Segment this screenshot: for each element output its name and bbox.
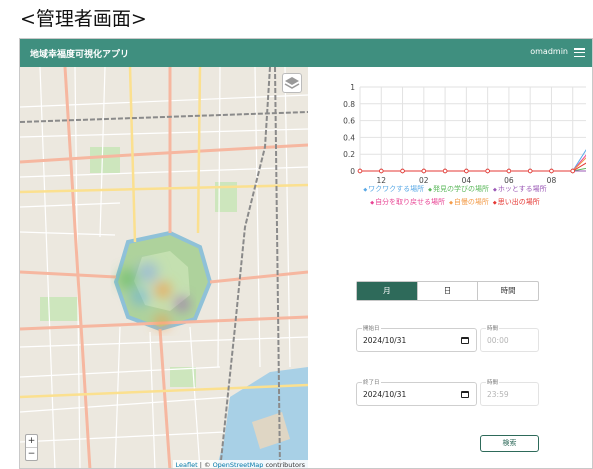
data-point bbox=[506, 168, 512, 174]
app-window: 地域幸福度可視化アプリ omadmin + − Leaflet | © Open… bbox=[19, 38, 593, 469]
data-point bbox=[357, 168, 363, 174]
data-point bbox=[400, 168, 405, 174]
y-tick-label: 0 bbox=[350, 167, 355, 176]
legend-item[interactable]: ◆ホッとする場所 bbox=[493, 185, 547, 193]
y-tick-label: 0.4 bbox=[343, 133, 355, 142]
legend-label: ワクワクする場所 bbox=[368, 185, 425, 193]
data-point bbox=[464, 168, 469, 174]
user-name[interactable]: omadmin bbox=[530, 47, 568, 56]
start-date-value: 2024/10/31 bbox=[363, 336, 407, 345]
legend-marker-icon: ◆ bbox=[449, 200, 453, 206]
legend-label: 自慢の場所 bbox=[453, 198, 489, 206]
page-caption: <管理者画面> bbox=[20, 8, 147, 30]
zoom-control: + − bbox=[25, 434, 38, 461]
data-point bbox=[549, 168, 554, 174]
map-tiles bbox=[20, 67, 308, 468]
osm-link[interactable]: OpenStreetMap bbox=[213, 461, 264, 468]
search-button[interactable]: 検索 bbox=[480, 435, 539, 452]
data-point bbox=[485, 168, 490, 174]
start-time-field[interactable]: 時間 00:00 bbox=[480, 324, 539, 352]
data-point bbox=[527, 168, 533, 174]
start-time-label: 時間 bbox=[486, 324, 500, 332]
calendar-icon[interactable] bbox=[461, 337, 469, 344]
zoom-in-button[interactable]: + bbox=[26, 435, 37, 448]
start-date-field[interactable]: 開始日 2024/10/31 bbox=[356, 324, 477, 352]
app-title: 地域幸福度可視化アプリ bbox=[30, 50, 130, 60]
start-date-label: 開始日 bbox=[362, 324, 381, 332]
end-time-label: 時間 bbox=[486, 378, 500, 386]
legend-item[interactable]: ◆自慢の場所 bbox=[449, 198, 489, 206]
legend-label: ホッとする場所 bbox=[497, 185, 547, 193]
data-point bbox=[442, 168, 448, 174]
leaflet-link[interactable]: Leaflet bbox=[176, 461, 198, 468]
legend-marker-icon: ◆ bbox=[363, 187, 368, 193]
series-line bbox=[360, 157, 586, 172]
tab-time[interactable]: 時間 bbox=[477, 282, 538, 300]
zoom-out-button[interactable]: − bbox=[26, 448, 37, 460]
legend-marker-icon: ◆ bbox=[428, 187, 433, 193]
y-tick-label: 0.6 bbox=[343, 117, 355, 126]
legend-item[interactable]: ◆思い出の場所 bbox=[493, 198, 540, 206]
tab-day[interactable]: 日 bbox=[416, 282, 478, 300]
series-line bbox=[360, 154, 586, 172]
end-date-field[interactable]: 終了日 2024/10/31 bbox=[356, 378, 477, 406]
legend-label: 発見の学びの場所 bbox=[433, 185, 490, 193]
legend-label: 思い出の場所 bbox=[497, 198, 540, 206]
end-time-value: 23:59 bbox=[487, 390, 509, 399]
legend-label: 自分を取り戻せる場所 bbox=[375, 198, 446, 206]
map-attribution: Leaflet | © OpenStreetMap contributors bbox=[172, 460, 308, 469]
map-view[interactable]: + − Leaflet | © OpenStreetMap contributo… bbox=[20, 67, 308, 469]
y-tick-label: 0.8 bbox=[343, 100, 355, 109]
attribution-separator: | © bbox=[197, 461, 213, 469]
legend-item[interactable]: ◆発見の学びの場所 bbox=[428, 185, 489, 193]
period-toggle: 月 日 時間 bbox=[356, 281, 539, 301]
attribution-tail: contributors bbox=[263, 461, 305, 469]
app-header: 地域幸福度可視化アプリ omadmin bbox=[20, 39, 592, 67]
legend-item[interactable]: ◆ワクワクする場所 bbox=[363, 185, 424, 193]
menu-icon[interactable] bbox=[574, 48, 585, 58]
data-point bbox=[379, 168, 384, 174]
chart-legend: ◆ワクワクする場所 ◆発見の学びの場所 ◆ホッとする場所 ◆自分を取り戻せる場所 ◆自… bbox=[320, 183, 590, 209]
tab-month[interactable]: 月 bbox=[357, 282, 417, 300]
end-date-label: 終了日 bbox=[362, 378, 381, 386]
end-date-value: 2024/10/31 bbox=[363, 390, 407, 399]
end-time-field[interactable]: 時間 23:59 bbox=[480, 378, 539, 406]
calendar-icon[interactable] bbox=[461, 391, 469, 398]
legend-marker-icon: ◆ bbox=[492, 200, 497, 206]
legend-item[interactable]: ◆自分を取り戻せる場所 bbox=[370, 198, 445, 206]
legend-marker-icon: ◆ bbox=[493, 187, 497, 193]
data-point bbox=[421, 168, 427, 174]
data-point bbox=[570, 168, 575, 174]
start-time-value: 00:00 bbox=[487, 336, 509, 345]
y-tick-label: 0.2 bbox=[343, 150, 355, 159]
legend-marker-icon: ◆ bbox=[370, 200, 375, 206]
layers-icon[interactable] bbox=[282, 73, 302, 93]
y-tick-label: 1 bbox=[350, 83, 355, 92]
